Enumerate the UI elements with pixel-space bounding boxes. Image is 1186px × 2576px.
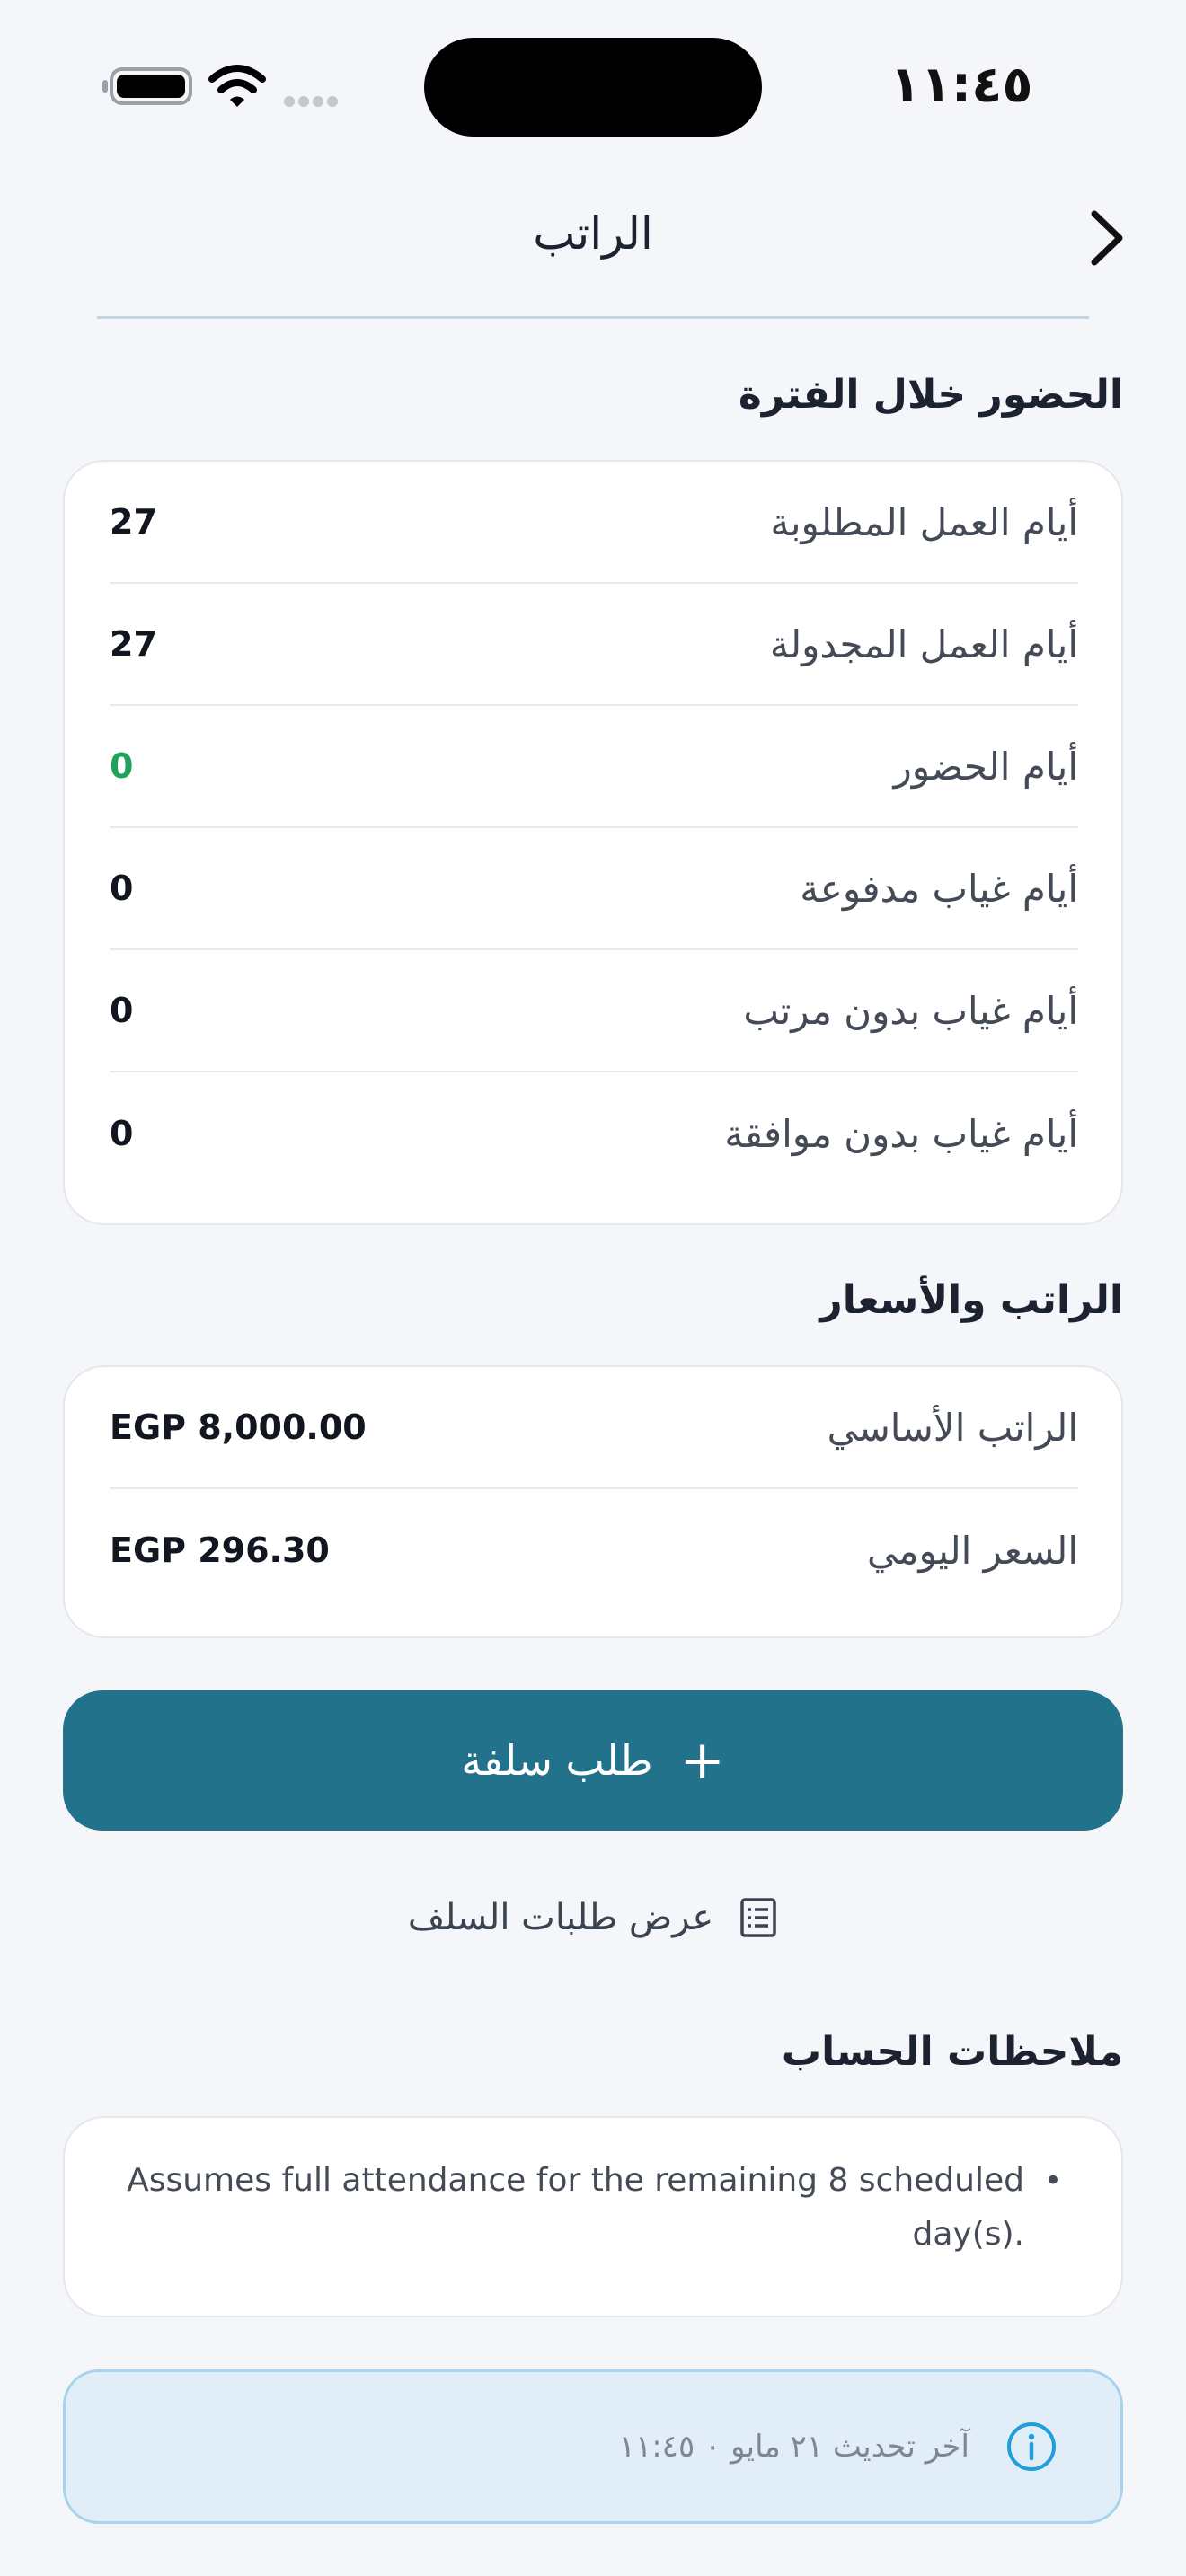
notes-section-title: ملاحظات الحساب (781, 2029, 1123, 2075)
last-updated-text: آخر تحديث ٢١ مايو ٠ ١١:٤٥ (618, 2429, 969, 2465)
notes-card: • Assumes full attendance for the remain… (63, 2116, 1123, 2317)
cellular-signal-icon (284, 93, 347, 108)
row-label: الراتب الأساسي (827, 1405, 1078, 1450)
dynamic-island (424, 38, 762, 137)
bullet-icon: • (1043, 2163, 1063, 2199)
row-label: أيام غياب بدون موافقة (724, 1111, 1078, 1156)
attendance-row-required-days: أيام العمل المطلوبة 27 (110, 462, 1078, 584)
plus-icon: + (679, 1729, 725, 1792)
salary-section-title: الراتب والأسعار (819, 1277, 1123, 1323)
attendance-row-unapproved-absence: أيام غياب بدون موافقة 0 (110, 1072, 1078, 1195)
row-label: أيام الحضور (893, 744, 1079, 789)
attendance-card: أيام العمل المطلوبة 27 أيام العمل المجدو… (63, 460, 1123, 1225)
attendance-row-paid-absence: أيام غياب مدفوعة 0 (110, 828, 1078, 950)
row-value: 0 (110, 1114, 134, 1153)
status-time: ١١:٤٥ (890, 56, 1033, 114)
row-value: EGP 8,000.00 (110, 1407, 367, 1447)
request-advance-button[interactable]: + طلب سلفة (63, 1690, 1123, 1831)
status-bar: ١١:٤٥ (0, 0, 1186, 162)
attendance-section-title: الحضور خلال الفترة (738, 372, 1123, 418)
note-text: Assumes full attendance for the remainin… (127, 2162, 1024, 2253)
row-label: السعر اليومي (866, 1528, 1078, 1573)
view-advance-requests-link[interactable]: عرض طلبات السلف (323, 1877, 863, 1958)
row-label: أيام غياب بدون مرتب (743, 988, 1078, 1033)
back-button[interactable] (1071, 198, 1143, 278)
row-value: 0 (110, 746, 134, 786)
battery-icon (102, 67, 192, 105)
last-updated-banner: آخر تحديث ٢١ مايو ٠ ١١:٤٥ (63, 2369, 1123, 2524)
document-list-icon (739, 1896, 778, 1939)
chevron-right-icon (1091, 210, 1123, 266)
row-label: أيام العمل المجدولة (769, 622, 1078, 666)
request-advance-label: طلب سلفة (461, 1736, 653, 1785)
row-value: 27 (110, 502, 157, 542)
row-label: أيام العمل المطلوبة (770, 499, 1078, 544)
row-label: أيام غياب مدفوعة (800, 866, 1078, 911)
list-item: • Assumes full attendance for the remain… (119, 2154, 1071, 2262)
attendance-row-scheduled-days: أيام العمل المجدولة 27 (110, 584, 1078, 706)
row-value: 27 (110, 624, 157, 664)
row-value: 0 (110, 869, 134, 908)
info-circle-icon (1005, 2421, 1058, 2473)
view-requests-label: عرض طلبات السلف (407, 1897, 714, 1938)
header-divider (97, 316, 1089, 319)
salary-row-daily-rate: السعر اليومي EGP 296.30 (110, 1489, 1078, 1611)
attendance-row-unpaid-absence: أيام غياب بدون مرتب 0 (110, 950, 1078, 1072)
row-value: 0 (110, 991, 134, 1030)
wifi-icon (208, 65, 266, 107)
salary-card: الراتب الأساسي EGP 8,000.00 السعر اليومي… (63, 1365, 1123, 1638)
attendance-row-present-days: أيام الحضور 0 (110, 706, 1078, 828)
page-title: الراتب (533, 207, 653, 260)
row-value: EGP 296.30 (110, 1531, 330, 1570)
salary-row-basic: الراتب الأساسي EGP 8,000.00 (110, 1367, 1078, 1489)
